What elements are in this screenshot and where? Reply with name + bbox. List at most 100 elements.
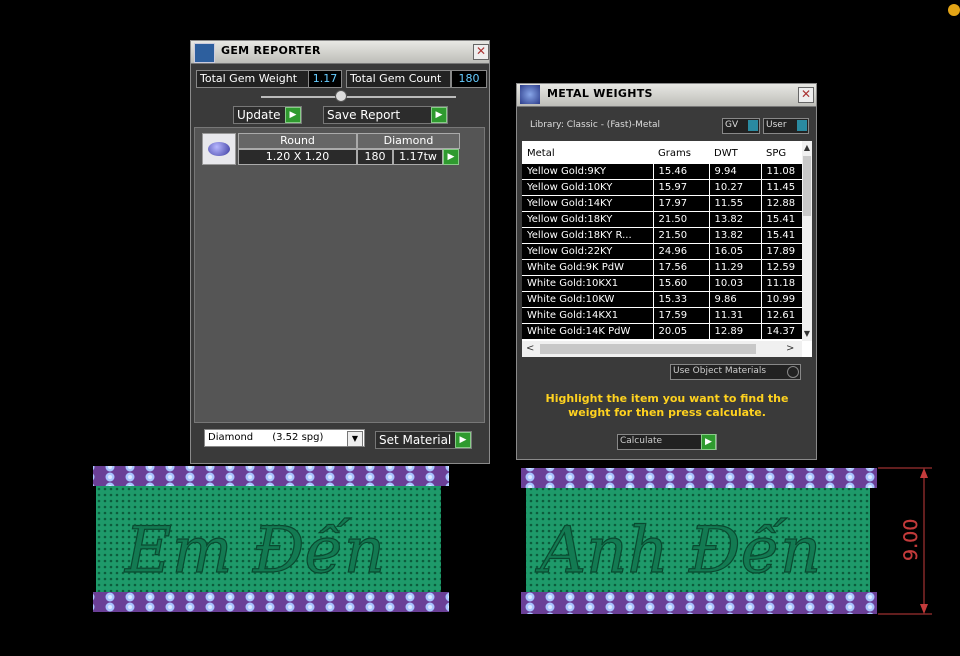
table-cell: 15.46 <box>653 164 710 180</box>
chevron-down-icon[interactable]: ▼ <box>347 431 363 447</box>
user-toggle[interactable]: User <box>763 118 809 134</box>
update-button[interactable]: Update ▶ <box>233 106 302 124</box>
scroll-down-icon[interactable]: ▼ <box>802 329 812 338</box>
vertical-scrollbar[interactable]: ▲ ▼ <box>802 141 812 341</box>
table-cell: White Gold:9K PdW <box>522 259 654 276</box>
set-material-button[interactable]: Set Material ▶ <box>375 431 472 449</box>
metal-weights-app-icon <box>520 85 540 104</box>
table-cell: 10.03 <box>709 275 762 292</box>
corner-icon[interactable] <box>948 4 960 16</box>
table-cell: White Gold:10KX1 <box>522 275 654 292</box>
total-count-value: 180 <box>451 70 487 88</box>
table-cell: 9.94 <box>709 164 762 180</box>
ring-model-right[interactable]: Anh Đến <box>521 468 877 614</box>
table-cell: 11.08 <box>761 164 802 180</box>
update-button-label: Update <box>237 108 281 122</box>
table-row[interactable]: Yellow Gold:10KY 15.97 10.27 11.45 <box>522 179 802 196</box>
grams-column-header[interactable]: Grams <box>658 148 691 159</box>
toggle-icon <box>797 120 807 131</box>
table-cell: 12.59 <box>761 259 802 276</box>
calculate-button-label: Calculate <box>620 436 663 446</box>
table-cell: 10.27 <box>709 179 762 196</box>
table-row[interactable]: White Gold:10KW 15.33 9.86 10.99 <box>522 291 802 308</box>
gv-toggle[interactable]: GV <box>722 118 760 134</box>
table-row[interactable]: Yellow Gold:22KY 24.96 16.05 17.89 <box>522 243 802 260</box>
table-cell: 17.59 <box>653 307 710 324</box>
scroll-right-icon[interactable]: > <box>786 343 794 354</box>
close-icon[interactable]: ✕ <box>798 87 814 103</box>
table-row[interactable]: White Gold:10KX1 15.60 10.03 11.18 <box>522 275 802 292</box>
user-toggle-label: User <box>766 120 787 130</box>
scroll-left-icon[interactable]: < <box>526 343 534 354</box>
table-cell: 15.41 <box>761 227 802 244</box>
close-icon[interactable]: ✕ <box>473 44 489 60</box>
table-cell: White Gold:14K PdW <box>522 323 654 340</box>
spg-column-header[interactable]: SPG <box>766 148 786 159</box>
table-row[interactable]: White Gold:9K PdW 17.56 11.29 12.59 <box>522 259 802 276</box>
gem-row[interactable]: Round Diamond 1.20 X 1.20 180 1.17tw ▶ <box>202 133 460 165</box>
instruction-text: Highlight the item you want to find the … <box>545 392 789 419</box>
table-cell: 10.99 <box>761 291 802 308</box>
gem-list-panel: Round Diamond 1.20 X 1.20 180 1.17tw ▶ <box>194 127 485 423</box>
table-row[interactable]: Yellow Gold:9KY 15.46 9.94 11.08 <box>522 164 802 180</box>
dwt-column-header[interactable]: DWT <box>714 148 738 159</box>
gem-material-cell: Diamond <box>357 133 460 149</box>
save-report-button-label: Save Report <box>327 108 401 122</box>
table-row[interactable]: Yellow Gold:18KY R... 21.50 13.82 15.41 <box>522 227 802 244</box>
ring-model-left[interactable]: Em Đến <box>93 466 449 612</box>
table-cell: 16.05 <box>709 243 762 260</box>
toggle-icon <box>748 120 758 131</box>
calculate-button[interactable]: Calculate ▶ <box>617 434 717 450</box>
total-weight-label: Total Gem Weight <box>196 70 309 88</box>
round-gem-icon <box>202 133 236 165</box>
table-cell: 17.89 <box>761 243 802 260</box>
gem-reporter-window: GEM REPORTER ✕ Total Gem Weight 1.17 Tot… <box>190 40 490 464</box>
table-row[interactable]: Yellow Gold:14KY 17.97 11.55 12.88 <box>522 195 802 212</box>
table-cell: 13.82 <box>709 227 762 244</box>
table-cell: 15.97 <box>653 179 710 196</box>
play-arrow-icon: ▶ <box>431 107 447 123</box>
table-cell: Yellow Gold:10KY <box>522 179 654 196</box>
use-object-materials-toggle[interactable]: Use Object Materials <box>670 364 801 380</box>
table-cell: 11.29 <box>709 259 762 276</box>
gem-row-arrow-icon[interactable]: ▶ <box>443 149 459 165</box>
material-select-value: Diamond (3.52 spg) <box>208 432 324 443</box>
table-row[interactable]: Yellow Gold:18KY 21.50 13.82 15.41 <box>522 211 802 228</box>
set-material-button-label: Set Material <box>379 433 452 447</box>
size-slider-thumb[interactable] <box>335 90 347 102</box>
metal-column-header[interactable]: Metal <box>527 148 555 159</box>
table-cell: 14.37 <box>761 323 802 340</box>
metal-weights-titlebar[interactable]: METAL WEIGHTS ✕ <box>517 84 816 107</box>
ring-engraving-right: Anh Đến <box>535 514 821 588</box>
table-cell: White Gold:10KW <box>522 291 654 308</box>
gv-toggle-label: GV <box>725 120 739 130</box>
viewport-canvas[interactable]: Em Đến Anh Đến 9.00 <box>0 462 960 656</box>
table-cell: 21.50 <box>653 211 710 228</box>
gem-size-cell: 1.20 X 1.20 <box>238 149 357 165</box>
table-cell: 11.45 <box>761 179 802 196</box>
checkbox-icon[interactable] <box>787 366 799 378</box>
save-report-button[interactable]: Save Report ▶ <box>323 106 448 124</box>
use-object-materials-label: Use Object Materials <box>673 366 767 376</box>
table-cell: 11.55 <box>709 195 762 212</box>
metal-table-container: Metal Grams DWT SPG Yellow Gold:9KY 15.46… <box>522 141 812 357</box>
table-row[interactable]: White Gold:14KX1 17.59 11.31 12.61 <box>522 307 802 324</box>
table-cell: Yellow Gold:9KY <box>522 164 654 180</box>
table-cell: 17.97 <box>653 195 710 212</box>
size-slider-track[interactable] <box>261 96 456 98</box>
table-cell: 15.41 <box>761 211 802 228</box>
metal-weights-window: METAL WEIGHTS ✕ Library: Classic - (Fast… <box>516 83 817 460</box>
table-cell: White Gold:14KX1 <box>522 307 654 324</box>
table-cell: 9.86 <box>709 291 762 308</box>
horizontal-scrollbar[interactable]: < > <box>522 341 802 357</box>
table-row[interactable]: White Gold:14K PdW 20.05 12.89 14.37 <box>522 323 802 340</box>
scroll-up-icon[interactable]: ▲ <box>802 143 812 152</box>
table-cell: Yellow Gold:22KY <box>522 243 654 260</box>
gem-weight-cell: 1.17tw <box>393 149 443 165</box>
table-cell: 12.89 <box>709 323 762 340</box>
material-select[interactable]: Diamond (3.52 spg) ▼ <box>204 429 365 447</box>
gem-reporter-titlebar[interactable]: GEM REPORTER ✕ <box>191 41 489 64</box>
scroll-thumb[interactable] <box>803 156 811 216</box>
gem-count-cell: 180 <box>357 149 393 165</box>
scroll-thumb[interactable] <box>540 344 756 354</box>
